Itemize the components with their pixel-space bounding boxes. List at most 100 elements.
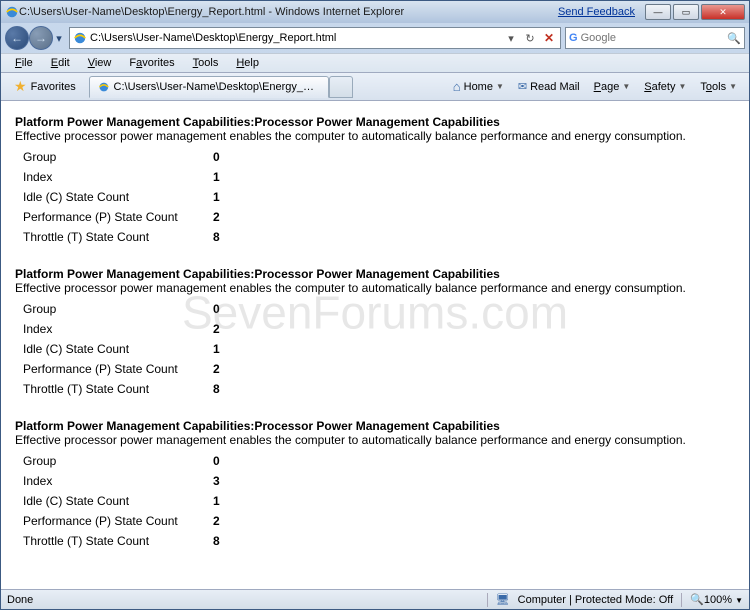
row-label: Group [23,150,213,164]
stop-button[interactable]: ✕ [541,30,557,46]
menu-edit[interactable]: Edit [43,55,78,71]
back-button[interactable]: ← [5,26,29,50]
menu-favorites[interactable]: Favorites [121,55,182,71]
page-icon [73,31,87,45]
section-description: Effective processor power management ena… [15,129,735,143]
home-icon: ⌂ [453,79,461,94]
row-label: Idle (C) State Count [23,494,213,508]
table-row: Group0 [23,299,735,319]
section-title: Platform Power Management Capabilities:P… [15,267,735,281]
page-menu-button[interactable]: Page▼ [588,78,637,96]
row-value: 2 [213,322,220,336]
send-feedback-link[interactable]: Send Feedback [558,6,635,18]
nav-toolbar: ← → ▾ ▾ ↻ ✕ G 🔍 [1,23,749,53]
row-label: Performance (P) State Count [23,210,213,224]
favorites-label: Favorites [31,81,76,93]
row-value: 8 [213,382,220,396]
menu-bar: File Edit View Favorites Tools Help [1,53,749,73]
table-row: Index2 [23,319,735,339]
tools-menu-button[interactable]: Tools▼ [694,78,743,96]
google-icon: G [569,32,578,44]
refresh-button[interactable]: ↻ [522,30,538,46]
page-content: SevenForums.com Platform Power Managemen… [1,101,749,589]
minimize-button[interactable]: — [645,4,671,20]
ie-icon [5,5,19,19]
data-table: Group0Index3Idle (C) State Count1Perform… [23,451,735,551]
row-label: Group [23,302,213,316]
tab-title: C:\Users\User-Name\Desktop\Energy_Report… [114,81,320,93]
address-input[interactable] [90,32,500,44]
search-input[interactable] [581,32,725,44]
section-title: Platform Power Management Capabilities:P… [15,419,735,433]
table-row: Group0 [23,147,735,167]
row-label: Performance (P) State Count [23,362,213,376]
readmail-label: Read Mail [530,81,580,93]
row-value: 8 [213,230,220,244]
nav-history-dropdown[interactable]: ▾ [53,26,65,50]
row-label: Throttle (T) State Count [23,382,213,396]
row-label: Throttle (T) State Count [23,534,213,548]
search-bar[interactable]: G 🔍 [565,27,745,49]
row-value: 3 [213,474,220,488]
read-mail-button[interactable]: ✉Read Mail [512,77,586,96]
table-row: Performance (P) State Count2 [23,511,735,531]
table-row: Throttle (T) State Count8 [23,531,735,551]
browser-window: C:\Users\User-Name\Desktop\Energy_Report… [0,0,750,610]
row-value: 0 [213,302,220,316]
tab-active[interactable]: C:\Users\User-Name\Desktop\Energy_Report… [89,76,329,98]
window-controls: — ▭ ✕ [645,4,745,20]
row-label: Performance (P) State Count [23,514,213,528]
favorites-button[interactable]: ★ Favorites [7,75,83,98]
row-label: Idle (C) State Count [23,190,213,204]
report-section: Platform Power Management Capabilities:P… [15,419,735,551]
row-label: Index [23,170,213,184]
data-table: Group0Index1Idle (C) State Count1Perform… [23,147,735,247]
data-table: Group0Index2Idle (C) State Count1Perform… [23,299,735,399]
menu-tools[interactable]: Tools [185,55,227,71]
menu-view[interactable]: View [80,55,120,71]
row-label: Index [23,474,213,488]
row-value: 2 [213,210,220,224]
maximize-button[interactable]: ▭ [673,4,699,20]
table-row: Index1 [23,167,735,187]
zoom-control[interactable]: 🔍100% ▼ [690,593,743,606]
table-row: Idle (C) State Count1 [23,187,735,207]
home-label: Home [464,81,493,93]
table-row: Throttle (T) State Count8 [23,379,735,399]
row-value: 2 [213,514,220,528]
section-title: Platform Power Management Capabilities:P… [15,115,735,129]
command-bar: ★ Favorites C:\Users\User-Name\Desktop\E… [1,73,749,101]
star-icon: ★ [14,78,27,95]
new-tab-button[interactable] [329,76,353,98]
row-value: 0 [213,150,220,164]
status-text: Done [7,594,33,606]
row-value: 1 [213,342,220,356]
menu-help[interactable]: Help [228,55,267,71]
home-button[interactable]: ⌂Home▼ [447,76,510,97]
report-section: Platform Power Management Capabilities:P… [15,267,735,399]
address-dropdown-icon[interactable]: ▾ [503,30,519,46]
row-value: 1 [213,170,220,184]
row-label: Group [23,454,213,468]
address-bar[interactable]: ▾ ↻ ✕ [69,27,561,49]
row-label: Index [23,322,213,336]
mail-icon: ✉ [518,80,527,93]
row-value: 0 [213,454,220,468]
search-icon[interactable]: 🔍 [727,32,741,45]
status-bar: Done 🖥 Computer | Protected Mode: Off 🔍1… [1,589,749,609]
row-label: Throttle (T) State Count [23,230,213,244]
row-label: Idle (C) State Count [23,342,213,356]
safety-menu-button[interactable]: Safety▼ [638,78,692,96]
tab-strip: C:\Users\User-Name\Desktop\Energy_Report… [89,76,353,98]
menu-file[interactable]: File [7,55,41,71]
table-row: Idle (C) State Count1 [23,339,735,359]
row-value: 1 [213,494,220,508]
tab-page-icon [98,80,110,94]
table-row: Index3 [23,471,735,491]
zone-icon: 🖥 [496,593,510,606]
window-title: C:\Users\User-Name\Desktop\Energy_Report… [19,6,404,18]
close-button[interactable]: ✕ [701,4,745,20]
section-description: Effective processor power management ena… [15,281,735,295]
table-row: Performance (P) State Count2 [23,359,735,379]
forward-button[interactable]: → [29,26,53,50]
